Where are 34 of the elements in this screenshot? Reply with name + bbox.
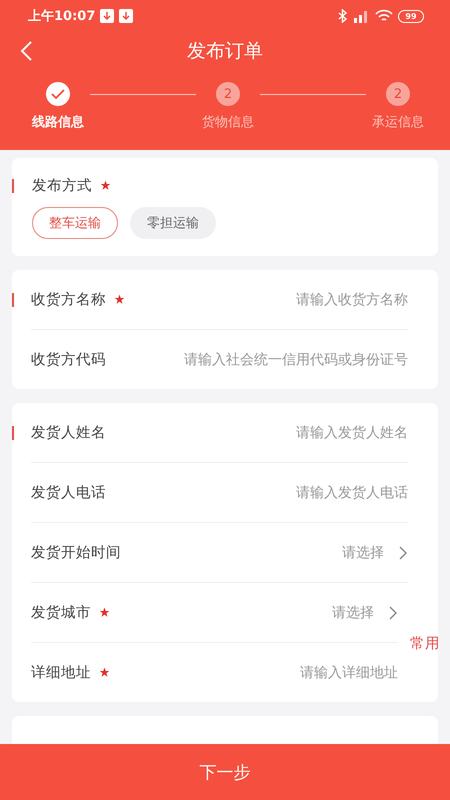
- download-icon: [100, 9, 114, 23]
- input-field[interactable]: 请输入发货人姓名: [114, 424, 408, 440]
- download-icon: [119, 9, 134, 23]
- frequent-link[interactable]: 常用: [410, 632, 440, 652]
- input-field[interactable]: 请输入详细地址: [118, 664, 398, 680]
- step-label[interactable]: 线路信息: [32, 113, 84, 131]
- step-label[interactable]: 货物信息: [202, 113, 254, 131]
- option-chip[interactable]: 整车运输: [32, 207, 118, 239]
- field-label: 发货人姓名: [31, 424, 106, 442]
- chevron-icon: [398, 544, 408, 560]
- field-label: 收货方名称: [31, 290, 106, 309]
- page-title: 发布订单: [187, 39, 263, 64]
- field-label: 发货人电话: [31, 484, 106, 502]
- bluetooth-icon: [338, 9, 347, 23]
- field-label: 发布方式: [32, 176, 92, 195]
- field-label: 发货开始时间: [31, 544, 121, 562]
- step-number: 2: [216, 82, 240, 106]
- field-label: 发货城市: [31, 604, 91, 622]
- next-button[interactable]: 下一步: [0, 744, 450, 800]
- option-chip[interactable]: 零担运输: [130, 207, 216, 239]
- select-field[interactable]: 请选择: [326, 604, 398, 622]
- input-field[interactable]: 请输入社会统一信用代码或身份证号: [114, 352, 408, 368]
- battery-icon: 99: [398, 10, 424, 22]
- chevron-icon: [388, 604, 398, 620]
- field-label: 详细地址: [31, 664, 91, 682]
- signal-icon: [352, 9, 370, 23]
- wifi-icon: [375, 9, 393, 23]
- input-field[interactable]: 请输入发货人电话: [114, 484, 408, 500]
- field-label: 收货方代码: [31, 350, 106, 369]
- step-label[interactable]: 承运信息: [372, 113, 424, 131]
- status-time: 上午10:07: [28, 8, 96, 25]
- input-field[interactable]: 请输入收货方名称: [133, 292, 408, 308]
- step-number: 2: [386, 82, 410, 106]
- select-field[interactable]: 请选择: [336, 544, 408, 562]
